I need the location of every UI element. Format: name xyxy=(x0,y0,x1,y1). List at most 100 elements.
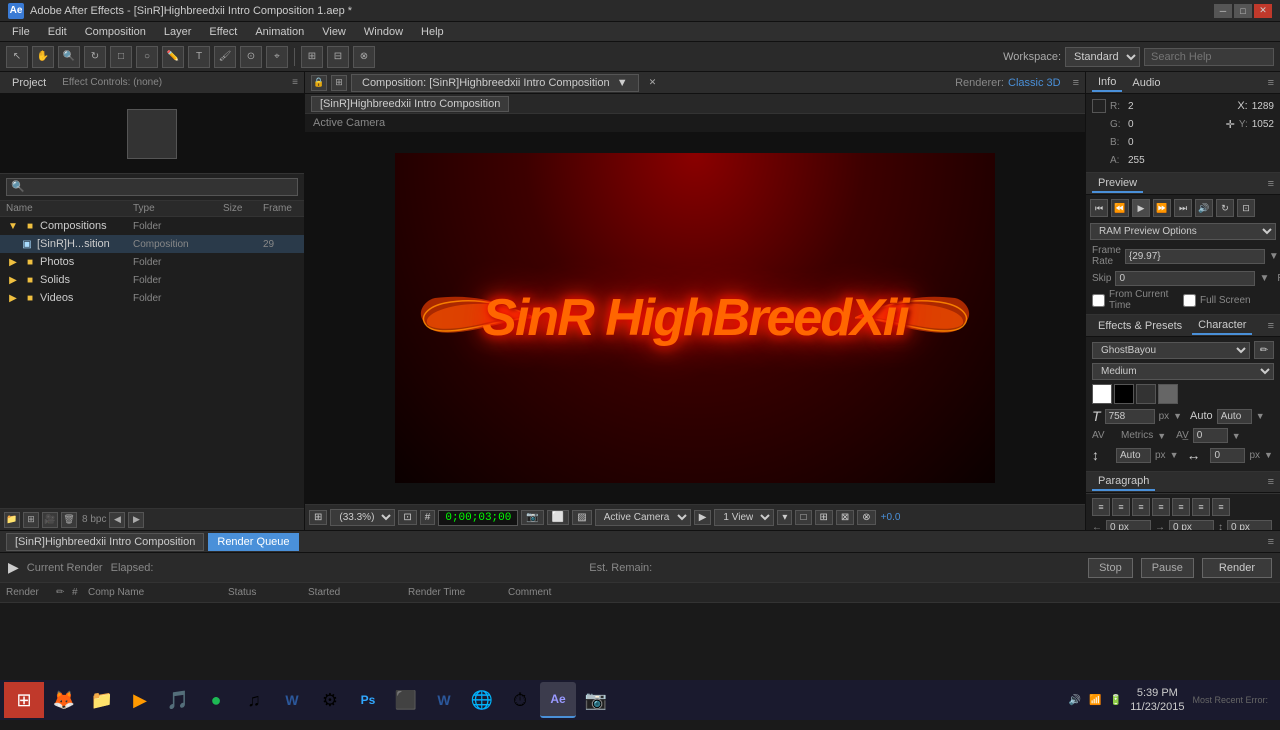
effects-presets-tab[interactable]: Effects & Presets xyxy=(1092,318,1188,334)
timecode-display[interactable]: 0;00;03;00 xyxy=(438,510,518,526)
tool-rotate[interactable]: ↻ xyxy=(84,46,106,68)
comp-btn2[interactable]: □ xyxy=(795,510,811,525)
preview-prev-btn[interactable]: ⏪ xyxy=(1111,199,1129,217)
preview-panel-menu[interactable]: ≡ xyxy=(1268,178,1274,190)
bottom-panel-menu[interactable]: ≡ xyxy=(1268,536,1274,548)
preview-audio-btn[interactable]: 🔊 xyxy=(1195,199,1213,217)
auto-dropdown[interactable]: ▼ xyxy=(1256,411,1265,421)
new-folder-button[interactable]: 📁 xyxy=(4,512,20,528)
vert-scale-dropdown[interactable]: ▼ xyxy=(1170,450,1179,460)
snapshot-btn[interactable]: 📷 xyxy=(521,510,543,525)
close-button[interactable]: ✕ xyxy=(1254,4,1272,18)
region-render-btn[interactable]: ⊞ xyxy=(309,510,327,525)
para-panel-menu[interactable]: ≡ xyxy=(1268,476,1274,488)
frame-rate-dropdown[interactable]: ▼ xyxy=(1269,251,1279,262)
font-dropdown[interactable]: GhostBayou xyxy=(1092,342,1250,359)
view-dropdown[interactable]: 1 View xyxy=(714,509,774,526)
taskbar-browser[interactable]: 🌐 xyxy=(464,682,500,718)
taskbar-explorer[interactable]: 📁 xyxy=(84,682,120,718)
list-item[interactable]: ▶ ■ Photos Folder xyxy=(0,253,304,271)
tool-puppet[interactable]: ⌖ xyxy=(266,46,288,68)
menu-animation[interactable]: Animation xyxy=(247,24,312,40)
panel-menu-icon[interactable]: ≡ xyxy=(1073,77,1079,89)
menu-effect[interactable]: Effect xyxy=(201,24,245,40)
comp-icon[interactable]: ⊞ xyxy=(331,75,347,91)
channels-btn[interactable]: ⬜ xyxy=(547,510,569,525)
fill-swatch2[interactable] xyxy=(1136,384,1156,404)
list-item[interactable]: ▼ ■ Compositions Folder xyxy=(0,217,304,235)
auto-input[interactable] xyxy=(1217,409,1252,424)
preview-next-btn[interactable]: ⏩ xyxy=(1153,199,1171,217)
skip-input[interactable] xyxy=(1115,271,1255,286)
preview-last-btn[interactable]: ⏭ xyxy=(1174,199,1192,217)
tool-guide[interactable]: ⊟ xyxy=(327,46,349,68)
menu-window[interactable]: Window xyxy=(356,24,411,40)
render-button[interactable]: Render xyxy=(1202,558,1272,578)
menu-help[interactable]: Help xyxy=(413,24,452,40)
info-tab[interactable]: Info xyxy=(1092,74,1122,92)
tool-hand[interactable]: ✋ xyxy=(32,46,54,68)
fit-btn[interactable]: ⊡ xyxy=(398,510,416,525)
taskbar-word[interactable]: W xyxy=(274,682,310,718)
taskbar-photoshop[interactable]: Ps xyxy=(350,682,386,718)
tool-pen[interactable]: ✏️ xyxy=(162,46,184,68)
effect-controls-tab[interactable]: Effect Controls: (none) xyxy=(56,75,168,90)
preview-play-btn[interactable]: ▶ xyxy=(1132,199,1150,217)
tool-ellipse[interactable]: ○ xyxy=(136,46,158,68)
para-right-input[interactable] xyxy=(1169,520,1214,530)
comp-close-icon[interactable]: ✕ xyxy=(645,75,661,91)
justify-full-button[interactable]: ≡ xyxy=(1212,498,1230,516)
stroke-color-swatch[interactable] xyxy=(1114,384,1134,404)
horiz-scale-input[interactable] xyxy=(1210,448,1245,463)
taskbar-firefox[interactable]: 🦊 xyxy=(46,682,82,718)
taskbar-aftereffects[interactable]: Ae xyxy=(540,682,576,718)
camera-dropdown[interactable]: Active Camera xyxy=(595,509,691,526)
camera-btn[interactable]: ▶ xyxy=(694,510,712,525)
comp-lock-icon[interactable]: 🔒 xyxy=(311,75,327,91)
list-item[interactable]: ▶ ■ Videos Folder xyxy=(0,289,304,307)
arrow-button[interactable]: ◀ xyxy=(109,512,125,528)
frame-rate-input[interactable] xyxy=(1125,249,1265,264)
tool-brush[interactable]: 🖌 xyxy=(214,46,236,68)
tool-select[interactable]: ↖ xyxy=(6,46,28,68)
align-center-button[interactable]: ≡ xyxy=(1112,498,1130,516)
justify-right-button[interactable]: ≡ xyxy=(1192,498,1210,516)
project-tab[interactable]: Project xyxy=(6,75,52,91)
maximize-button[interactable]: □ xyxy=(1234,4,1252,18)
tracking-input[interactable] xyxy=(1193,428,1228,443)
justify-center-button[interactable]: ≡ xyxy=(1172,498,1190,516)
view-btn[interactable]: ▾ xyxy=(777,510,792,525)
paragraph-tab[interactable]: Paragraph xyxy=(1092,473,1155,491)
fill-color-swatch[interactable] xyxy=(1092,384,1112,404)
taskbar-spotify[interactable]: ● xyxy=(198,682,234,718)
new-comp-button[interactable]: ⊞ xyxy=(23,512,39,528)
effects-panel-menu[interactable]: ≡ xyxy=(1268,320,1274,332)
composition-tab-bottom[interactable]: [SinR]Highbreedxii Intro Composition xyxy=(6,533,204,551)
align-right-button[interactable]: ≡ xyxy=(1132,498,1150,516)
preview-settings-btn[interactable]: ⊡ xyxy=(1237,199,1255,217)
font-style-dropdown[interactable]: Medium xyxy=(1092,363,1274,380)
transparency-btn[interactable]: ▨ xyxy=(572,510,591,525)
menu-layer[interactable]: Layer xyxy=(156,24,200,40)
arrow-right-button[interactable]: ▶ xyxy=(128,512,144,528)
tool-rect[interactable]: □ xyxy=(110,46,132,68)
para-left-input[interactable] xyxy=(1106,520,1151,530)
grid-btn[interactable]: # xyxy=(420,510,436,525)
skip-dropdown[interactable]: ▼ xyxy=(1259,273,1269,284)
preview-loop-btn[interactable]: ↻ xyxy=(1216,199,1234,217)
info-panel-menu[interactable]: ≡ xyxy=(1268,77,1274,89)
taskbar-camera[interactable]: 📷 xyxy=(578,682,614,718)
preview-tab[interactable]: Preview xyxy=(1092,175,1143,193)
preview-first-btn[interactable]: ⏮ xyxy=(1090,199,1108,217)
composition-tab[interactable]: Composition: [SinR]Highbreedxii Intro Co… xyxy=(351,74,639,92)
project-search-input[interactable] xyxy=(6,178,298,196)
minimize-button[interactable]: ─ xyxy=(1214,4,1232,18)
list-item[interactable]: ▣ [SinR]H...sition Composition 29 xyxy=(0,235,304,253)
menu-composition[interactable]: Composition xyxy=(77,24,154,40)
taskbar-cmd[interactable]: ⬛ xyxy=(388,682,424,718)
zoom-dropdown[interactable]: (33.3%) xyxy=(330,509,395,526)
tool-zoom[interactable]: 🔍 xyxy=(58,46,80,68)
search-help-input[interactable] xyxy=(1144,48,1274,66)
tool-stamp[interactable]: ⊙ xyxy=(240,46,262,68)
kerning-dropdown[interactable]: ▼ xyxy=(1157,431,1166,441)
